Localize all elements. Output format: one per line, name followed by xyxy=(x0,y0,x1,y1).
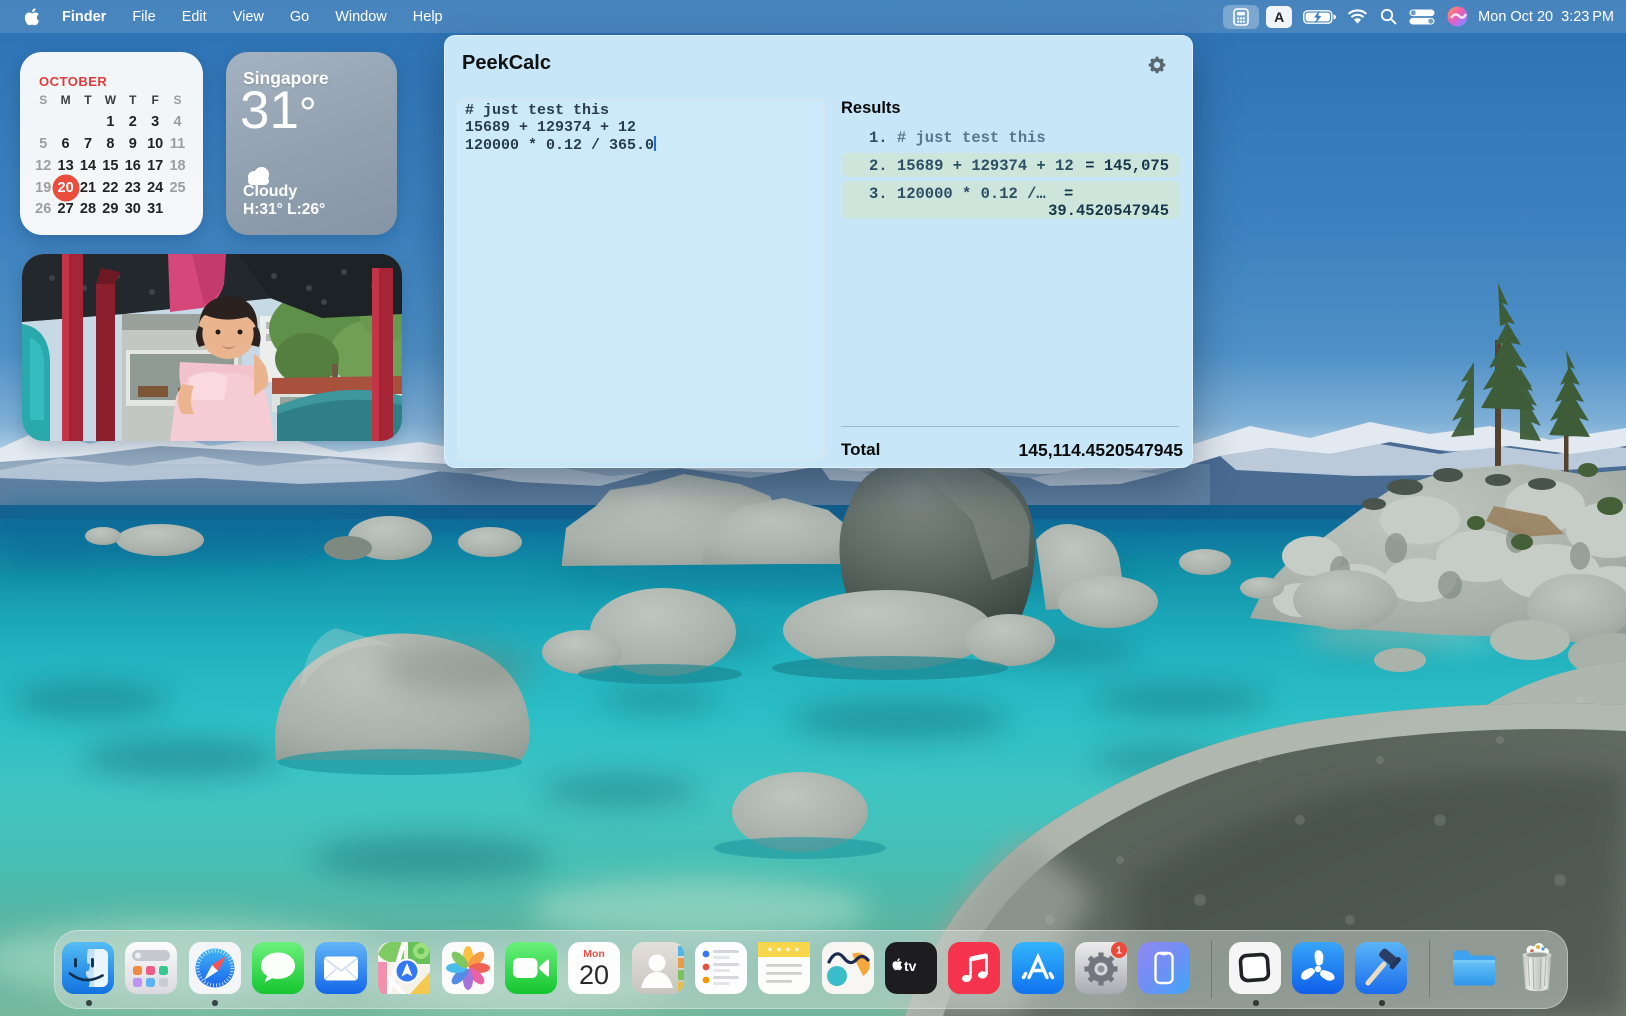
svg-text:Mon: Mon xyxy=(583,948,605,960)
svg-text:tv: tv xyxy=(904,958,917,974)
svg-text:1: 1 xyxy=(1116,945,1122,957)
svg-text:20: 20 xyxy=(579,960,609,990)
